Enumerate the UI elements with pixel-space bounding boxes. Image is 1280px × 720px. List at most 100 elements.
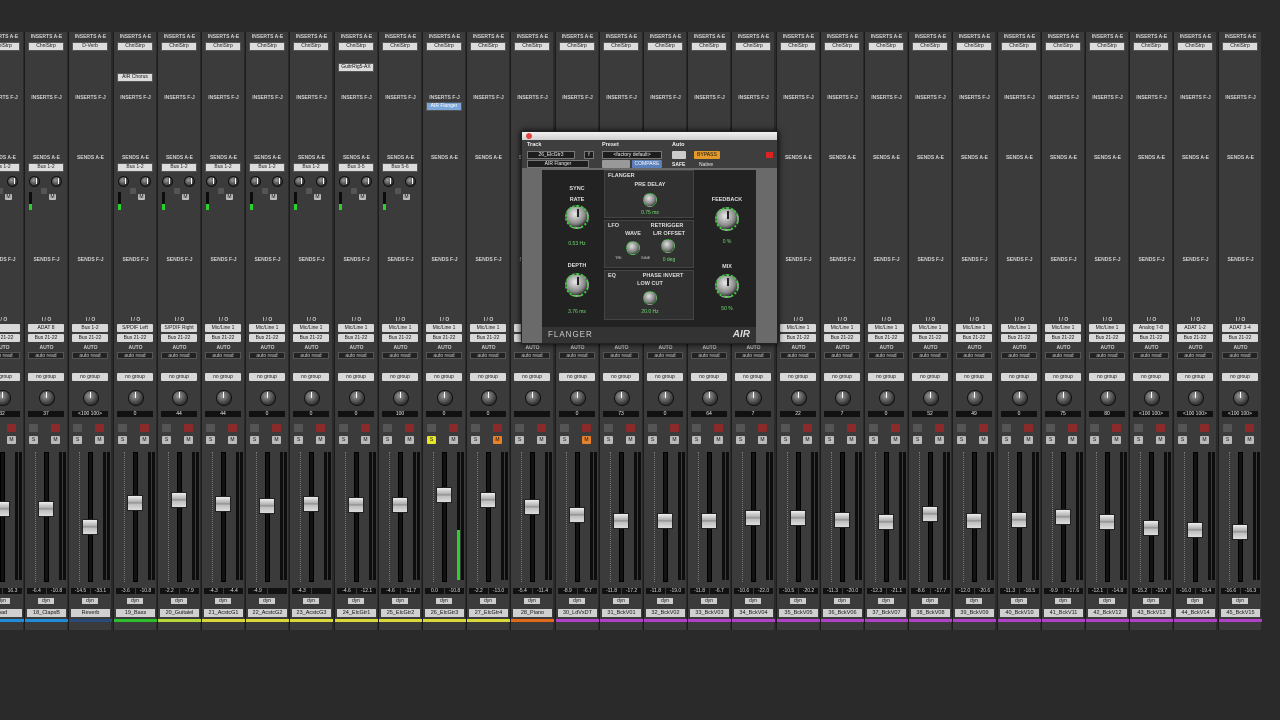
pan-value[interactable]: <100 100>	[1222, 411, 1258, 417]
track-selector[interactable]: 26_ElcGtr3	[527, 151, 575, 159]
mute-button[interactable]: M	[935, 436, 944, 444]
record-arm-button[interactable]	[51, 424, 60, 432]
mute-button[interactable]: M	[1245, 436, 1254, 444]
track-name[interactable]: Reverb	[71, 609, 110, 617]
insert-slot-a[interactable]: ChnlStrp	[691, 42, 727, 51]
dyn-button[interactable]: dyn	[348, 598, 364, 604]
solo-button[interactable]: S	[118, 436, 127, 444]
phase-invert-button[interactable]: PHASE INVERT	[635, 273, 691, 279]
mute-button[interactable]: M	[1200, 436, 1209, 444]
automation-mode-selector[interactable]: auto read	[28, 352, 64, 359]
record-arm-button[interactable]	[1068, 424, 1077, 432]
input-monitor-button[interactable]	[73, 424, 82, 432]
send-level-knob[interactable]	[339, 176, 350, 187]
output-selector[interactable]: Bus 21-22	[1222, 334, 1258, 342]
record-arm-button[interactable]	[626, 424, 635, 432]
group-selector[interactable]: no group	[1177, 373, 1213, 381]
fader-track[interactable]	[309, 452, 314, 582]
track-name[interactable]: 19_Bass	[116, 609, 155, 617]
group-selector[interactable]: no group	[382, 373, 418, 381]
automation-mode-selector[interactable]: auto read	[868, 352, 904, 359]
plugin-selector[interactable]: AIR Flanger	[527, 160, 589, 168]
automation-mode-selector[interactable]: auto read	[293, 352, 329, 359]
volume-fader[interactable]	[701, 513, 717, 529]
group-selector[interactable]: no group	[559, 373, 595, 381]
sync-label[interactable]: SYNC	[562, 186, 592, 192]
solo-button[interactable]: S	[339, 436, 348, 444]
automation-mode-selector[interactable]: auto read	[205, 352, 241, 359]
bypass-button[interactable]: BYPASS	[694, 151, 720, 159]
fader-track[interactable]	[133, 452, 138, 582]
group-selector[interactable]: no group	[647, 373, 683, 381]
pan-knob[interactable]	[746, 390, 762, 406]
input-selector[interactable]: Mic/Line 1	[382, 324, 418, 332]
send-pan-knob[interactable]	[272, 176, 283, 187]
output-selector[interactable]: Bus 21-22	[249, 334, 285, 342]
pan-value[interactable]: <100 100>	[1133, 411, 1169, 417]
input-selector[interactable]: Mic/Line 1	[205, 324, 241, 332]
fader-track[interactable]	[265, 452, 270, 582]
pan-value[interactable]: 64	[691, 411, 727, 417]
auto-button[interactable]	[672, 151, 686, 159]
send-pan-knob[interactable]	[316, 176, 327, 187]
dyn-button[interactable]: dyn	[1011, 598, 1027, 604]
lr-offset-knob[interactable]	[661, 239, 675, 253]
solo-button[interactable]: S	[560, 436, 569, 444]
output-selector[interactable]: Bus 21-22	[161, 334, 197, 342]
send-pre-icon[interactable]	[0, 188, 3, 194]
retrigger-button[interactable]: RETRIGGER	[647, 223, 687, 229]
dyn-button[interactable]: dyn	[1232, 598, 1248, 604]
input-selector[interactable]: Mic/Line 1	[426, 324, 462, 332]
input-monitor-button[interactable]	[427, 424, 436, 432]
input-selector[interactable]: Mic/Line 1	[912, 324, 948, 332]
track-name[interactable]: 41_BckV11	[1044, 609, 1083, 617]
fader-track[interactable]	[1149, 452, 1154, 582]
input-monitor-button[interactable]	[206, 424, 215, 432]
solo-button[interactable]: S	[604, 436, 613, 444]
fader-track[interactable]	[354, 452, 359, 582]
output-selector[interactable]: Bus 21-22	[470, 334, 506, 342]
volume-fader[interactable]	[171, 492, 187, 508]
volume-fader[interactable]	[790, 510, 806, 526]
fader-track[interactable]	[486, 452, 491, 582]
dyn-button[interactable]: dyn	[1099, 598, 1115, 604]
output-selector[interactable]: Bus 21-22	[293, 334, 329, 342]
pan-knob[interactable]	[0, 390, 11, 406]
track-name[interactable]: 45_BckV15	[1221, 609, 1260, 617]
preset-selector[interactable]: <factory default>	[602, 151, 662, 159]
send-level-knob[interactable]	[118, 176, 129, 187]
solo-button[interactable]: S	[29, 436, 38, 444]
input-selector[interactable]: S/PDIF Left	[117, 324, 153, 332]
track-name[interactable]: 38_BckV08	[911, 609, 950, 617]
volume-fader[interactable]	[392, 497, 408, 513]
track-name[interactable]: 30_LdVxDT	[558, 609, 597, 617]
send-mute-button[interactable]: M	[49, 194, 56, 200]
input-monitor-button[interactable]	[781, 424, 790, 432]
volume-fader[interactable]	[259, 498, 275, 514]
record-arm-button[interactable]	[1112, 424, 1121, 432]
pan-value[interactable]: 0	[868, 411, 904, 417]
record-arm-button[interactable]	[1156, 424, 1165, 432]
input-monitor-button[interactable]	[1002, 424, 1011, 432]
record-arm-button[interactable]	[891, 424, 900, 432]
record-arm-button[interactable]	[847, 424, 856, 432]
send-slot-a[interactable]: Bus 1-2	[0, 163, 20, 172]
insert-slot-b[interactable]: AIR Chorus	[117, 73, 153, 82]
plugin-titlebar[interactable]	[522, 132, 777, 140]
insert-slot-a[interactable]: ChnlStrp	[559, 42, 595, 51]
automation-mode-selector[interactable]: auto read	[1045, 352, 1081, 359]
send-pan-knob[interactable]	[7, 176, 18, 187]
send-pan-knob[interactable]	[51, 176, 62, 187]
output-selector[interactable]: Bus 21-22	[824, 334, 860, 342]
output-selector[interactable]: Bus 21-22	[1089, 334, 1125, 342]
automation-mode-selector[interactable]: auto read	[382, 352, 418, 359]
input-monitor-button[interactable]	[339, 424, 348, 432]
solo-button[interactable]: S	[1090, 436, 1099, 444]
pan-value[interactable]: 0	[249, 411, 285, 417]
group-selector[interactable]: no group	[1045, 373, 1081, 381]
output-selector[interactable]: Bus 21-22	[72, 334, 108, 342]
mute-button[interactable]: M	[670, 436, 679, 444]
automation-mode-selector[interactable]: auto read	[691, 352, 727, 359]
record-arm-button[interactable]	[670, 424, 679, 432]
automation-mode-selector[interactable]: auto read	[559, 352, 595, 359]
